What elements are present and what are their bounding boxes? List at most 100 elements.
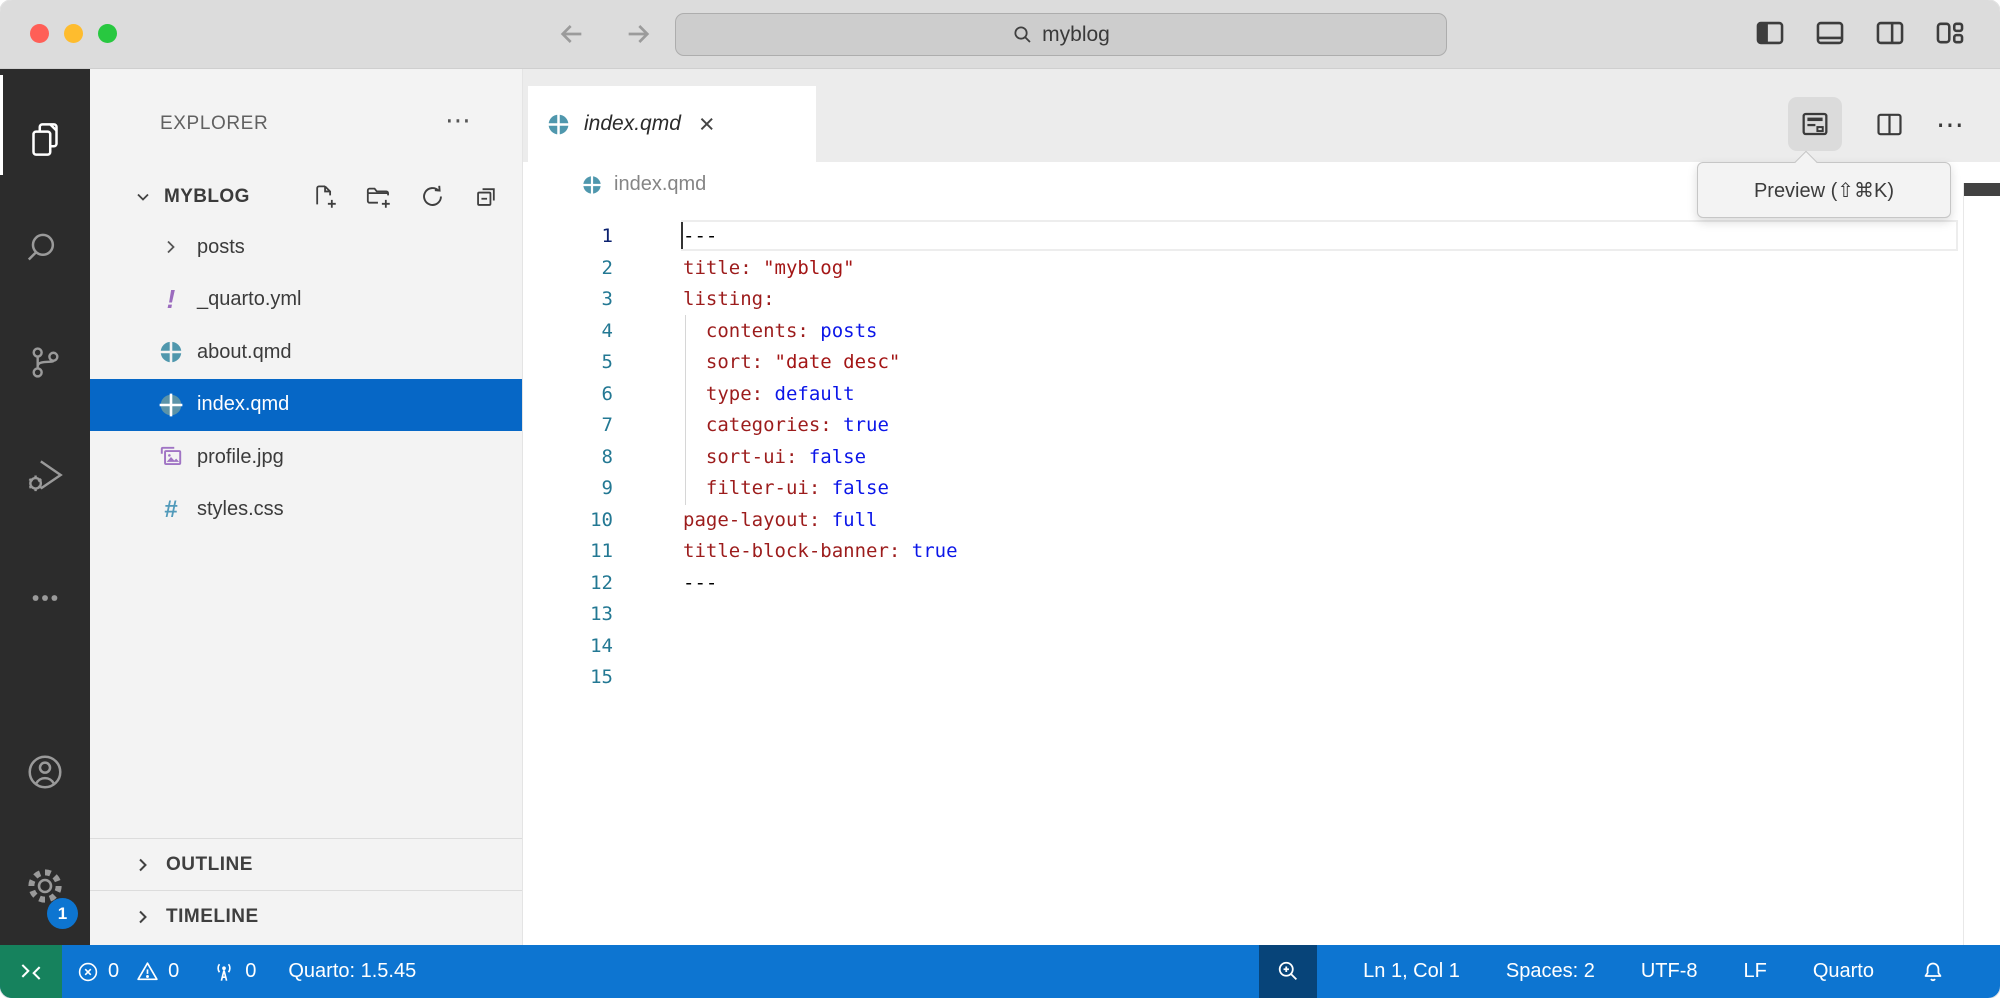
preview-button[interactable] (1788, 97, 1842, 151)
line-number: 10 (523, 505, 613, 537)
search-icon (1012, 24, 1033, 45)
quarto-file-icon (546, 112, 571, 137)
quarto-version-status[interactable]: Quarto: 1.5.45 (288, 960, 416, 983)
zoom-window-button[interactable] (98, 24, 117, 43)
new-file-icon[interactable] (311, 183, 338, 210)
root-folder-label: MYBLOG (164, 186, 250, 208)
code-line: 9 filter-ui: false (523, 473, 2000, 505)
code-line: 15 (523, 662, 2000, 694)
cursor-position-status[interactable]: Ln 1, Col 1 (1363, 960, 1460, 983)
new-folder-icon[interactable] (365, 183, 392, 210)
navigate-forward-icon[interactable] (622, 18, 654, 50)
tab-bar: index.qmd × (523, 69, 2000, 162)
chevron-down-icon (132, 186, 154, 208)
scrollbar-thumb[interactable] (1964, 183, 2000, 196)
sidebar-title: EXPLORER (160, 113, 268, 141)
tree-item-profile-jpg[interactable]: profile.jpg (90, 431, 522, 484)
tree-item-styles-css[interactable]: # styles.css (90, 484, 522, 537)
explorer-more-actions-icon[interactable]: ⋯ (445, 105, 471, 136)
quarto-version-text: Quarto: 1.5.45 (288, 960, 416, 983)
section-label: TIMELINE (166, 906, 259, 928)
tab-index-qmd[interactable]: index.qmd × (528, 86, 816, 162)
file-name: _quarto.yml (197, 288, 302, 311)
quarto-file-icon (149, 392, 193, 418)
code-line: 11 title-block-banner: true (523, 536, 2000, 568)
toggle-secondary-sidebar-icon[interactable] (1873, 16, 1907, 50)
line-number: 11 (523, 536, 613, 568)
file-name: posts (197, 236, 245, 259)
chevron-right-icon (132, 854, 154, 876)
editor-more-actions-icon[interactable]: ⋯ (1936, 108, 1964, 141)
explorer-view-icon[interactable] (0, 105, 90, 175)
collapse-folders-icon[interactable] (473, 183, 500, 210)
code-line: 8 sort-ui: false (523, 442, 2000, 474)
line-number: 8 (523, 442, 613, 474)
language-mode-status[interactable]: Quarto (1813, 960, 1874, 983)
breadcrumb-file: index.qmd (614, 173, 706, 196)
line-number: 3 (523, 284, 613, 316)
ports-count: 0 (245, 960, 256, 983)
line-number: 4 (523, 316, 613, 348)
code-text: title-block-banner: true (683, 536, 958, 568)
editor-code-area[interactable]: 1---2title: "myblog"3listing:4 contents:… (523, 207, 2000, 945)
settings-badge: 1 (47, 898, 78, 929)
tooltip-text: Preview (⇧⌘K) (1754, 178, 1894, 203)
close-tab-icon[interactable]: × (699, 111, 715, 138)
zoom-status-button[interactable] (1259, 945, 1317, 998)
toggle-panel-icon[interactable] (1813, 16, 1847, 50)
source-control-icon[interactable] (0, 328, 90, 398)
code-text: type: default (683, 379, 855, 411)
css-file-icon: # (149, 496, 193, 524)
command-center-search[interactable]: myblog (675, 13, 1447, 56)
search-value: myblog (1042, 23, 1110, 47)
line-number: 15 (523, 662, 613, 694)
notifications-bell-icon[interactable] (1920, 959, 1946, 985)
split-editor-icon[interactable] (1862, 97, 1916, 151)
customize-layout-icon[interactable] (1933, 16, 1967, 50)
problems-status[interactable]: 0 0 (76, 959, 179, 984)
quarto-file-icon (149, 339, 193, 365)
remote-indicator[interactable] (0, 945, 62, 998)
navigate-back-icon[interactable] (556, 18, 588, 50)
eol-status[interactable]: LF (1744, 960, 1767, 983)
file-name: about.qmd (197, 341, 292, 364)
close-window-button[interactable] (30, 24, 49, 43)
code-line: 3listing: (523, 284, 2000, 316)
code-line: 6 type: default (523, 379, 2000, 411)
tab-label: index.qmd (584, 112, 681, 136)
tree-item-about-qmd[interactable]: about.qmd (90, 326, 522, 379)
search-view-icon[interactable] (0, 213, 90, 283)
ports-status[interactable]: 0 (211, 959, 256, 985)
toggle-primary-sidebar-icon[interactable] (1753, 16, 1787, 50)
folder-root-row[interactable]: MYBLOG (90, 172, 522, 221)
additional-views-icon[interactable] (0, 563, 90, 633)
timeline-section-header[interactable]: TIMELINE (90, 890, 522, 942)
image-file-icon (149, 444, 193, 470)
errors-count: 0 (108, 960, 119, 983)
outline-section-header[interactable]: OUTLINE (90, 838, 522, 890)
tree-item-quarto-yml[interactable]: ! _quarto.yml (90, 274, 522, 327)
refresh-icon[interactable] (419, 183, 446, 210)
tree-item-index-qmd-selected[interactable]: index.qmd (90, 379, 522, 432)
run-debug-icon[interactable] (0, 441, 90, 511)
code-line: 2title: "myblog" (523, 253, 2000, 285)
activity-bar: 1 (0, 69, 90, 945)
file-name: styles.css (197, 498, 284, 521)
settings-gear-icon[interactable]: 1 (0, 851, 90, 921)
minimize-window-button[interactable] (64, 24, 83, 43)
line-number: 12 (523, 568, 613, 600)
warnings-icon (135, 959, 160, 984)
tree-item-posts[interactable]: posts (90, 221, 522, 274)
section-label: OUTLINE (166, 854, 253, 876)
file-name: profile.jpg (197, 446, 284, 469)
code-line: 5 sort: "date desc" (523, 347, 2000, 379)
indentation-status[interactable]: Spaces: 2 (1506, 960, 1595, 983)
code-line: 1--- (523, 221, 2000, 253)
file-tree: posts ! _quarto.yml about.qmd index. (90, 221, 522, 536)
line-number: 5 (523, 347, 613, 379)
code-text: categories: true (683, 410, 889, 442)
encoding-status[interactable]: UTF-8 (1641, 960, 1698, 983)
title-bar: myblog (0, 0, 2000, 69)
line-number: 2 (523, 253, 613, 285)
accounts-icon[interactable] (0, 737, 90, 807)
